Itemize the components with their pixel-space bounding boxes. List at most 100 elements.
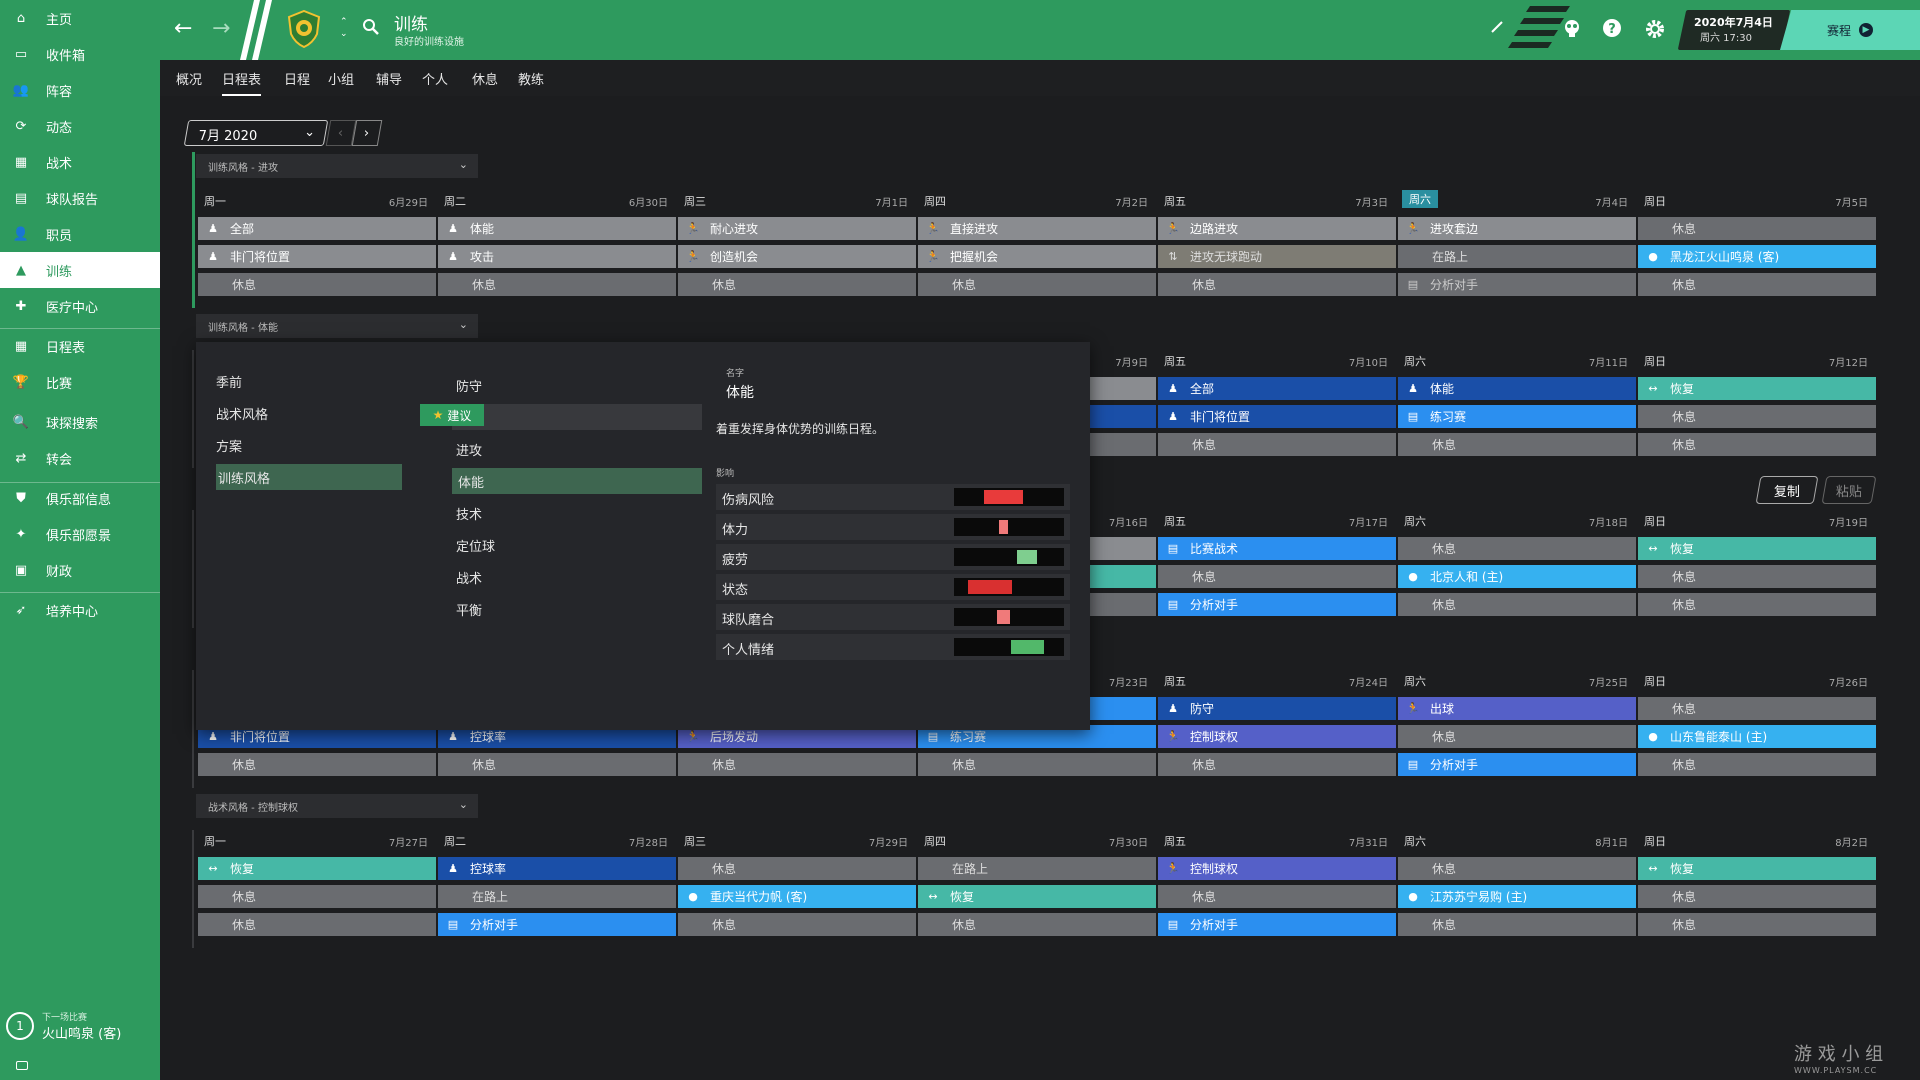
session-slot[interactable]: ▤ 分析对手 [1158,913,1396,936]
session-slot[interactable]: ▤ 分析对手 [438,913,676,936]
session-slot[interactable]: 休息 [1398,537,1636,560]
session-slot[interactable]: 休息 [1398,593,1636,616]
back-arrow-icon[interactable]: ← [174,16,192,41]
session-slot[interactable]: 休息 [1398,857,1636,880]
session-slot[interactable]: ♟ 非门将位置 [198,245,436,268]
session-slot[interactable]: ▤ 练习赛 [1398,405,1636,428]
session-slot[interactable]: 休息 [1638,565,1876,588]
next-month-button[interactable]: › [351,120,383,146]
session-slot[interactable]: 🏃 耐心进攻 [678,217,916,240]
tab-5[interactable]: 个人 [422,69,448,88]
session-slot[interactable]: ● 山东鲁能泰山 (主) [1638,725,1876,748]
session-slot[interactable]: ♟ 体能 [438,217,676,240]
sidebar-item-3[interactable]: ⟳ 动态 [0,108,160,144]
session-slot[interactable]: 休息 [1398,433,1636,456]
sidebar-item-11[interactable]: 🔍 球探搜索 [0,404,160,440]
session-slot[interactable]: 休息 [198,913,436,936]
sidebar-item-15[interactable]: ▣ 财政 [0,552,160,588]
session-slot[interactable]: ↔ 恢复 [1638,377,1876,400]
session-slot[interactable]: 休息 [678,913,916,936]
tab-1[interactable]: 日程表 [222,69,262,96]
sidebar-item-6[interactable]: 👤 职员 [0,216,160,252]
month-dropdown[interactable]: 7月 2020 ⌄ [183,120,329,146]
session-slot[interactable]: 🏃 创造机会 [678,245,916,268]
session-slot[interactable]: ↔ 恢复 [198,857,436,880]
sidebar-item-1[interactable]: ▭ 收件箱 [0,36,160,72]
sidebar-item-0[interactable]: ⌂ 主页 [0,0,160,36]
session-slot[interactable]: ♟ 攻击 [438,245,676,268]
edit-icon[interactable] [1490,20,1504,34]
session-slot[interactable]: 休息 [1638,885,1876,908]
popup-category-2[interactable]: 方案 [216,436,242,455]
help-icon[interactable]: ? [1602,18,1622,38]
sidebar-item-4[interactable]: ▦ 战术 [0,144,160,180]
tab-2[interactable]: 日程 [284,69,310,88]
popup-style-option-1[interactable]: 控球 [452,404,702,430]
session-slot[interactable]: 休息 [918,753,1156,776]
continue-button[interactable]: 赛程 ▶ [1780,10,1920,50]
training-style-dropdown[interactable]: 训练风格 - 体能 ⌄ [196,314,478,338]
sidebar-item-7[interactable]: ▲ 训练 [0,252,160,288]
club-switch-icon[interactable]: ⌃ ⌄ [340,16,348,40]
session-slot[interactable]: ▤ 比赛战术 [1158,537,1396,560]
session-slot[interactable]: ● 黑龙江火山鸣泉 (客) [1638,245,1876,268]
session-slot[interactable]: ▤ 分析对手 [1398,273,1636,296]
session-slot[interactable]: ♟ 全部 [1158,377,1396,400]
tab-7[interactable]: 教练 [518,69,544,88]
keyboard-icon[interactable] [16,1061,28,1070]
session-slot[interactable]: 休息 [438,273,676,296]
session-slot[interactable]: 休息 [1638,753,1876,776]
session-slot[interactable]: 在路上 [438,885,676,908]
session-slot[interactable]: 休息 [1638,697,1876,720]
sidebar-item-9[interactable]: ▦ 日程表 [0,328,160,364]
paste-button[interactable]: 粘贴 [1821,476,1877,504]
session-slot[interactable]: 在路上 [1398,245,1636,268]
session-slot[interactable]: ↔ 恢复 [1638,537,1876,560]
session-slot[interactable]: ● 江苏苏宁易购 (主) [1398,885,1636,908]
sidebar-item-8[interactable]: ✚ 医疗中心 [0,288,160,324]
training-style-dropdown[interactable]: 战术风格 - 控制球权 ⌄ [196,794,478,818]
session-slot[interactable]: 🏃 边路进攻 [1158,217,1396,240]
sidebar-item-13[interactable]: ⛊ 俱乐部信息 [0,480,160,516]
popup-style-option-3[interactable]: 体能 [452,468,702,494]
session-slot[interactable]: 休息 [1398,913,1636,936]
session-slot[interactable]: ♟ 控球率 [438,857,676,880]
session-slot[interactable]: 休息 [1158,753,1396,776]
session-slot[interactable]: 休息 [918,273,1156,296]
session-slot[interactable]: 休息 [678,273,916,296]
sidebar-item-10[interactable]: 🏆 比赛 [0,364,160,400]
popup-category-3[interactable]: 训练风格 [216,464,402,490]
popup-style-option-6[interactable]: 战术 [456,568,482,587]
session-slot[interactable]: ♟ 体能 [1398,377,1636,400]
session-slot[interactable]: 🏃 控制球权 [1158,857,1396,880]
session-slot[interactable]: 休息 [918,913,1156,936]
session-slot[interactable]: 休息 [1638,217,1876,240]
session-slot[interactable]: ● 北京人和 (主) [1398,565,1636,588]
copy-button[interactable]: 复制 [1755,476,1819,504]
session-slot[interactable]: ♟ 全部 [198,217,436,240]
session-slot[interactable]: ↔ 恢复 [1638,857,1876,880]
next-match[interactable]: 1 下一场比赛 火山鸣泉 (客) [6,1010,121,1042]
session-slot[interactable]: 🏃 把握机会 [918,245,1156,268]
popup-style-option-4[interactable]: 技术 [456,504,482,523]
sidebar-item-14[interactable]: ✦ 俱乐部愿景 [0,516,160,552]
sidebar-item-5[interactable]: ▤ 球队报告 [0,180,160,216]
session-slot[interactable]: 休息 [1158,885,1396,908]
scout-icon[interactable] [1562,18,1582,38]
sidebar-item-16[interactable]: ➶ 培养中心 [0,592,160,628]
sidebar-item-12[interactable]: ⇄ 转会 [0,440,160,476]
session-slot[interactable]: ♟ 防守 [1158,697,1396,720]
session-slot[interactable]: 🏃 出球 [1398,697,1636,720]
session-slot[interactable]: ▤ 分析对手 [1158,593,1396,616]
sidebar-item-2[interactable]: 👥 阵容 [0,72,160,108]
session-slot[interactable]: ⇅ 进攻无球跑动 [1158,245,1396,268]
tab-6[interactable]: 休息 [472,69,498,88]
training-style-dropdown[interactable]: 训练风格 - 进攻 ⌄ [196,154,478,178]
session-slot[interactable]: 🏃 直接进攻 [918,217,1156,240]
session-slot[interactable]: 休息 [678,857,916,880]
session-slot[interactable]: ↔ 恢复 [918,885,1156,908]
session-slot[interactable]: 休息 [1398,725,1636,748]
session-slot[interactable]: 休息 [1638,913,1876,936]
session-slot[interactable]: 休息 [438,753,676,776]
popup-style-option-0[interactable]: 防守 [456,376,482,395]
